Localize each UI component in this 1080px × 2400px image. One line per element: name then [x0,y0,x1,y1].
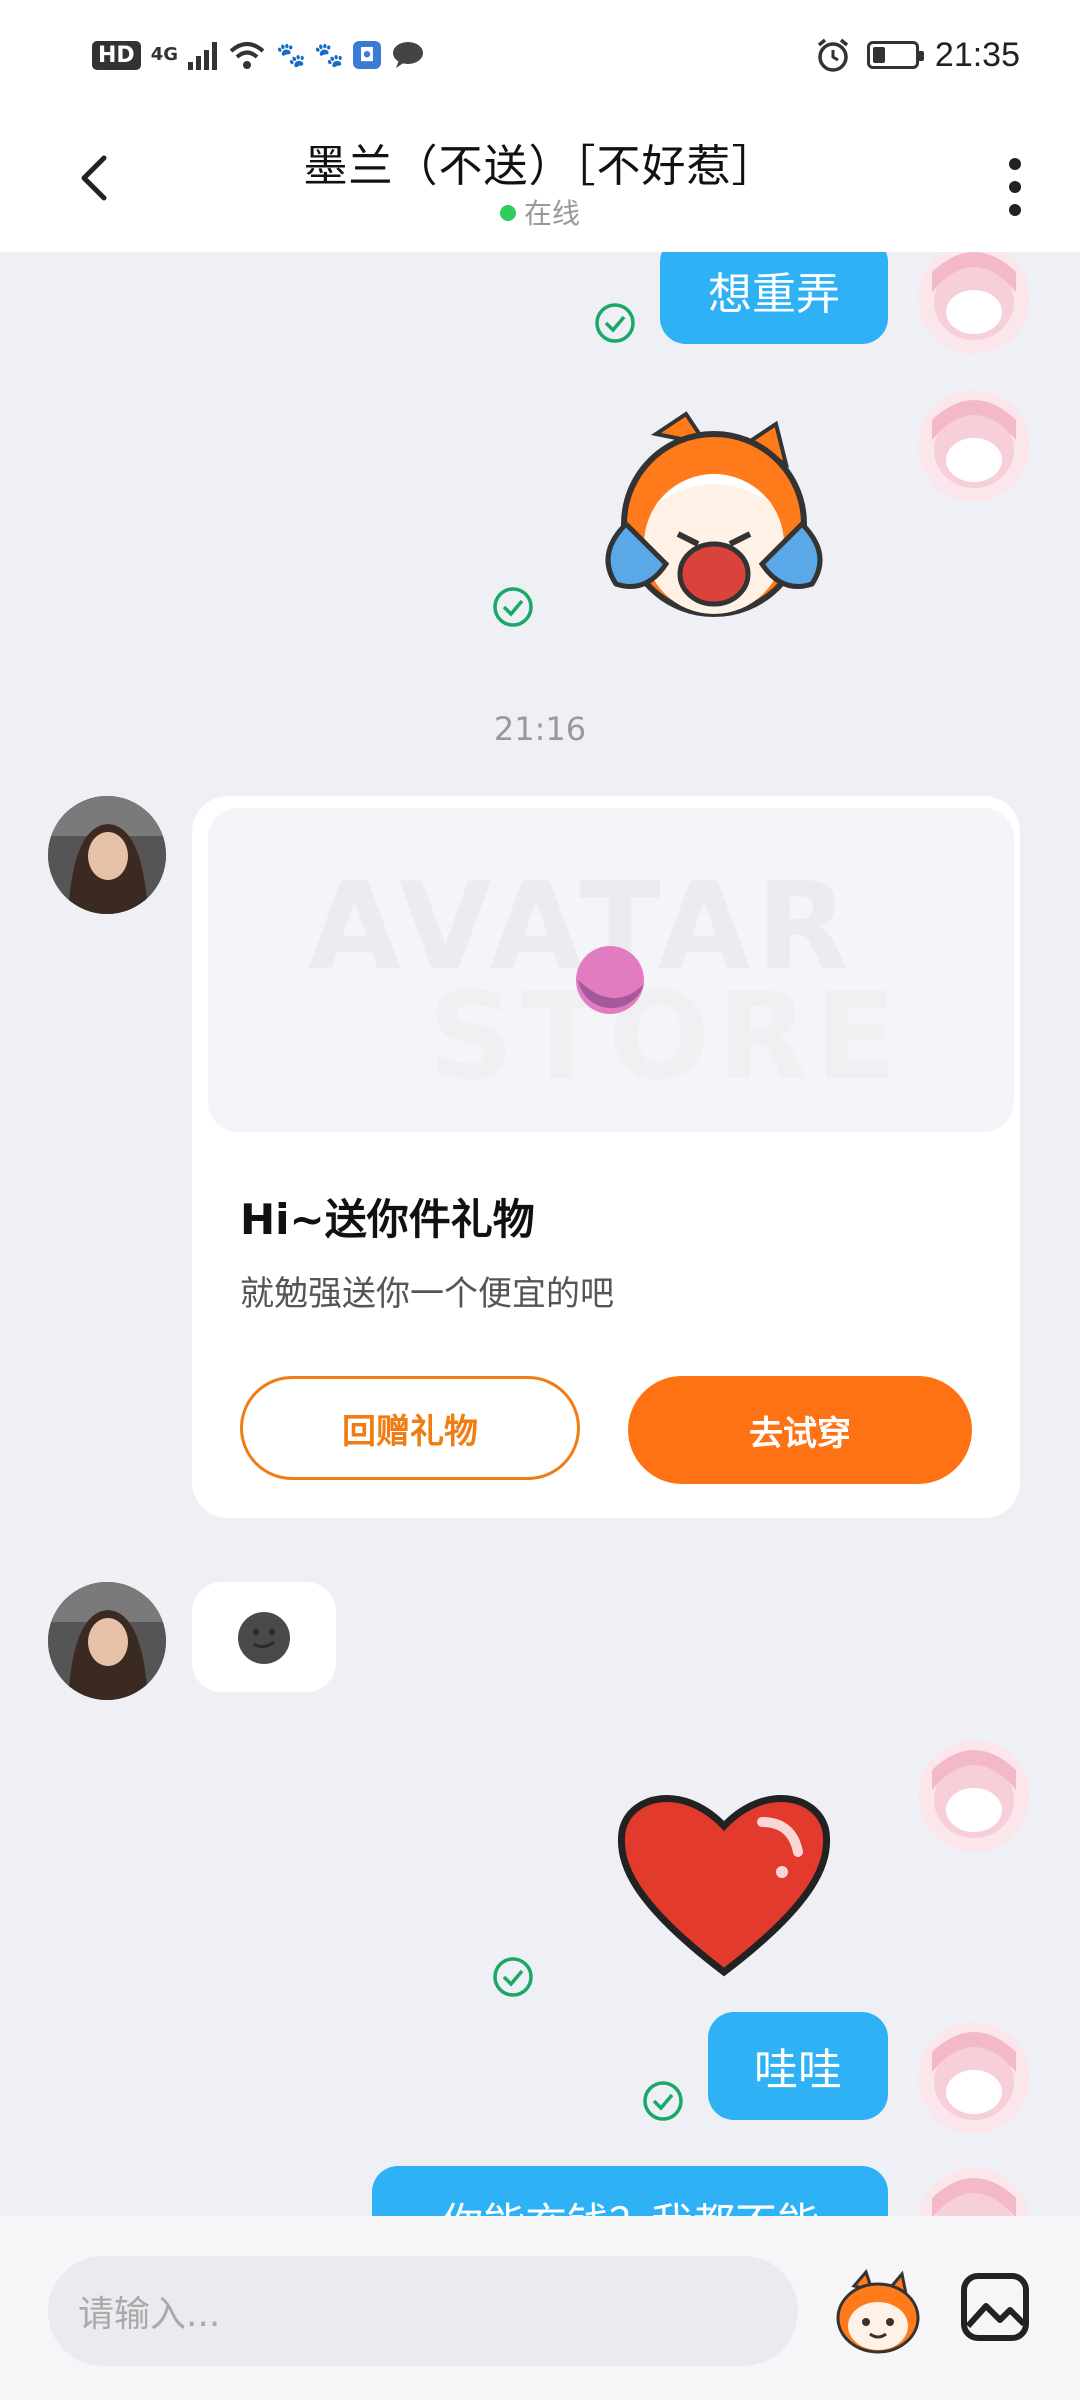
heart-sticker[interactable] [612,1782,836,1982]
gift-preview-image[interactable]: AVATAR STORE [208,808,1014,1132]
read-check-icon [643,2081,683,2121]
chat-title: 墨兰（不送）［不好惹］ [303,141,777,192]
network-type: 4G [150,44,178,65]
my-avatar[interactable] [918,1740,1030,1852]
sticker-mascot-icon[interactable] [832,2268,924,2356]
alarm-icon [817,38,849,72]
more-options-icon[interactable] [1000,152,1030,222]
clock: 21:35 [934,35,1020,74]
signal-icon [188,40,217,70]
my-avatar[interactable] [918,2022,1030,2134]
message-timestamp: 21:16 [493,710,587,748]
battery-icon [866,41,924,69]
gift-watermark-line2: STORE [428,968,903,1107]
message-bubble-outgoing[interactable]: 想重弄 [660,252,888,344]
read-check-icon [493,587,533,627]
online-status: 在线 [0,192,1080,232]
hd-indicator: HD [92,40,141,70]
read-check-icon [595,303,635,343]
message-icon [393,42,423,68]
status-icons-left: HD 4G 🐾 🐾 ◘ [92,30,425,80]
message-bubble-outgoing[interactable]: 你能充钱？我都不能 [372,2166,888,2216]
gift-card[interactable]: AVATAR STORE Hi~送你件礼物 就勉强送你一个便宜的吧 回赠礼物 去… [192,796,1020,1518]
return-gift-button[interactable]: 回赠礼物 [240,1376,580,1480]
image-picker-icon[interactable] [960,2272,1030,2342]
message-bubble-outgoing[interactable]: 哇哇 [708,2012,888,2120]
gift-title: Hi~送你件礼物 [240,1195,535,1244]
app-notification-icon: ◘ [353,41,381,69]
message-list[interactable]: 想重弄 21:16 AVATAR STORE Hi~送你件礼物 就勉强送你一个便… [0,252,1080,2216]
online-dot [499,205,516,221]
my-avatar[interactable] [918,390,1030,502]
message-bubble-incoming[interactable] [192,1582,336,1692]
chat-header: 墨兰（不送）［不好惹］ 在线 [0,108,1080,252]
wifi-icon [229,42,265,69]
gift-subtitle: 就勉强送你一个便宜的吧 [240,1274,614,1314]
contact-avatar[interactable] [48,1582,166,1700]
baidu-icon: 🐾 [276,41,306,69]
read-check-icon [493,1957,533,1997]
status-bar: HD 4G 🐾 🐾 ◘ 21:35 [0,0,1080,108]
crying-mascot-sticker[interactable] [586,404,842,644]
battery-level [872,47,885,63]
online-status-label: 在线 [523,197,580,230]
gift-item-ball [576,946,644,1014]
input-bar: 请输入... [0,2216,1080,2400]
message-input[interactable]: 请输入... [48,2256,798,2366]
try-on-button[interactable]: 去试穿 [628,1376,972,1484]
status-icons-right: 21:35 [815,30,1020,80]
my-avatar[interactable] [918,2168,1030,2216]
contact-avatar[interactable] [48,796,166,914]
my-avatar[interactable] [918,252,1030,354]
baidu-icon-2: 🐾 [314,41,344,69]
smirk-moon-emoji-icon [238,1612,290,1664]
